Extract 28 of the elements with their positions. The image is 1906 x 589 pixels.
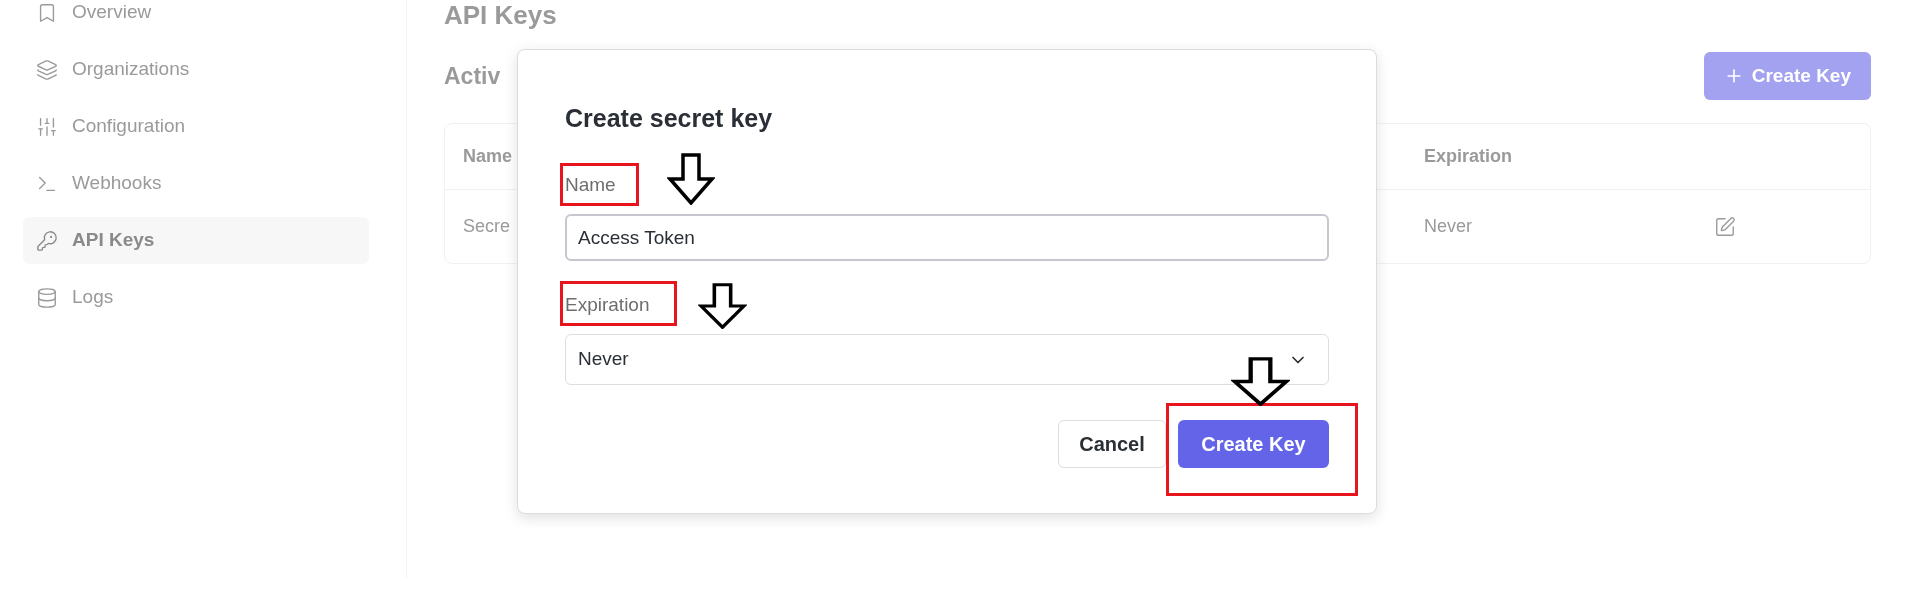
expiration-select[interactable]: Never: [565, 334, 1329, 385]
sidebar-item[interactable]: API Keys: [23, 217, 369, 264]
create-key-button[interactable]: Create Key: [1178, 420, 1329, 468]
table-cell: Never: [1424, 216, 1472, 236]
column-header: Expiration: [1424, 145, 1512, 168]
name-input[interactable]: Access Token: [565, 214, 1329, 261]
down-arrow-icon: [667, 153, 715, 205]
cancel-button[interactable]: Cancel: [1058, 420, 1166, 468]
column-header: Name: [463, 146, 513, 166]
field-label: Name: [565, 174, 616, 195]
sidebar-item[interactable]: Overview: [23, 0, 369, 36]
dialog-title: Create secret key: [565, 104, 773, 132]
down-arrow-icon: [1231, 357, 1290, 406]
database-icon: [36, 286, 58, 309]
layers-icon: [36, 58, 58, 81]
sidebar-item[interactable]: Configuration: [23, 103, 369, 150]
down-arrow-icon: [698, 283, 747, 329]
sidebar-item[interactable]: Webhooks: [23, 160, 369, 207]
section-title: Activ: [444, 61, 501, 91]
sidebar-item[interactable]: Logs: [23, 274, 369, 321]
create-key-button[interactable]: Create Key: [1703, 52, 1871, 100]
table-cell: Secre: [463, 216, 511, 236]
edit-icon[interactable]: [1714, 215, 1736, 238]
sliders-icon: [36, 115, 58, 138]
page-title: API Keys: [444, 0, 557, 30]
key-icon: [36, 229, 58, 252]
sidebar-item[interactable]: Organizations: [23, 46, 369, 93]
field-label: Expiration: [565, 294, 650, 315]
